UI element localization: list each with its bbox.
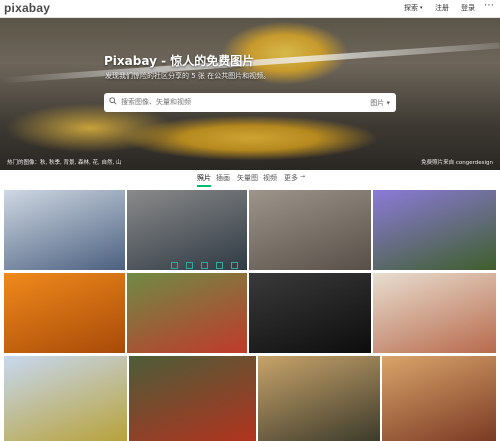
media-type-tabs: 照片 插画 矢量图 视频 更多 → (0, 170, 500, 187)
collection-icon[interactable] (171, 262, 178, 269)
share-icon[interactable] (201, 262, 208, 269)
top-bar: pixabay 探索 ▾ 注册 登录 ⋯ (0, 0, 500, 18)
pixabay-logo[interactable]: pixabay (4, 1, 50, 15)
photo-10[interactable] (129, 356, 256, 441)
photo-1[interactable] (4, 190, 125, 270)
photo-4[interactable] (373, 190, 496, 270)
more-menu-icon[interactable]: ⋯ (484, 0, 494, 11)
expand-icon[interactable] (186, 262, 193, 269)
hero-title: Pixabay - 惊人的免费图片 (104, 54, 255, 68)
tab-videos[interactable]: 视频 (263, 173, 277, 183)
photo-9[interactable] (4, 356, 127, 441)
search-input[interactable] (121, 95, 361, 109)
download-icon[interactable] (231, 262, 238, 269)
tab-illustrations[interactable]: 插画 (216, 173, 230, 183)
photo-credit: 免费照片来自 congerdesign (421, 160, 493, 166)
photo-hover-toolbar (171, 262, 238, 271)
search-icon[interactable] (109, 97, 117, 105)
photo-3[interactable] (249, 190, 371, 270)
photo-11[interactable] (258, 356, 380, 441)
link-icon[interactable] (216, 262, 223, 269)
search-bar[interactable]: 图片 ▾ (104, 93, 396, 112)
photo-8[interactable] (373, 273, 496, 353)
tab-vectors[interactable]: 矢量图 (237, 173, 258, 183)
photo-5[interactable] (4, 273, 125, 353)
hero-subtitle: 发现我们惊险的社区分享的 5 张 在公共图片和视频。 (105, 72, 271, 80)
nav-explore-button[interactable]: 探索 (404, 3, 418, 13)
photo-7[interactable] (249, 273, 371, 353)
tab-photos[interactable]: 照片 (197, 173, 211, 187)
photo-6[interactable] (127, 273, 247, 353)
search-type-select[interactable]: 图片 ▾ (370, 98, 390, 108)
chevron-down-icon: ▾ (420, 5, 423, 11)
photo-2[interactable] (127, 190, 247, 270)
photo-12[interactable] (382, 356, 496, 441)
popular-images-text: 热门的图像：秋, 秋季, 背景, 森林, 花, 自然, 山 (7, 160, 122, 166)
search-type-label: 图片 (370, 99, 385, 107)
nav-register-button[interactable]: 注册 (435, 3, 449, 13)
chevron-down-icon: ▾ (386, 99, 390, 107)
nav-login-button[interactable]: 登录 (461, 3, 475, 13)
arrow-right-icon: → (300, 173, 306, 180)
tab-more[interactable]: 更多 (284, 173, 298, 183)
